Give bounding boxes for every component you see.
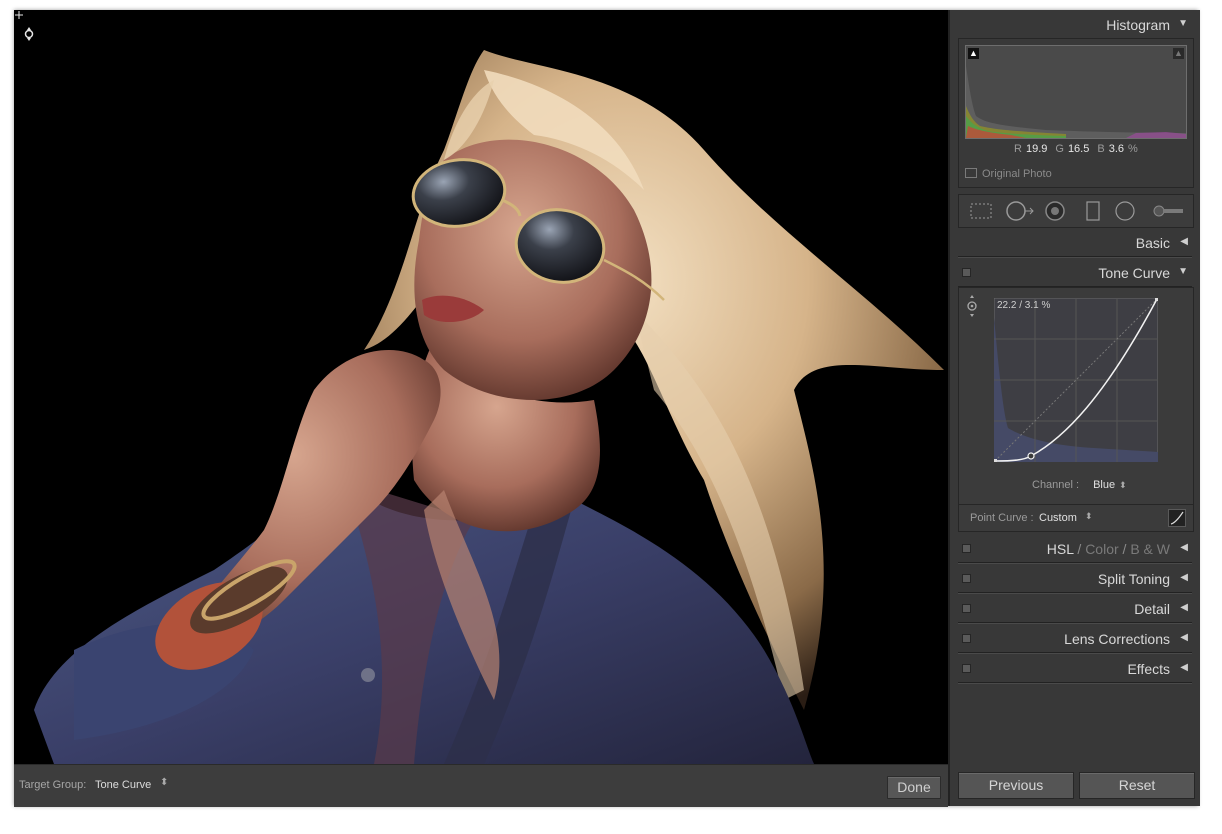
histogram-plot (966, 66, 1186, 138)
original-photo-checkbox[interactable] (965, 168, 977, 178)
tone-curve-panel-switch[interactable] (962, 268, 971, 277)
expand-triangle-icon[interactable]: ◀ (1180, 236, 1188, 247)
channel-dropdown-icon[interactable]: ⬍ (1119, 480, 1127, 490)
lightroom-develop-window: Target Group: Tone Curve ⬍ Done Histogra… (14, 10, 1200, 807)
histogram-graph[interactable]: ▲ ▲ (965, 45, 1187, 139)
rgb-readout: R 19.9 G 16.5 B 3.6% (1014, 143, 1138, 155)
original-photo-label: Original Photo (982, 168, 1052, 180)
tone-curve-header[interactable]: Tone Curve ▼ (958, 260, 1192, 287)
channel-selector[interactable]: Channel : Blue ⬍ (1032, 479, 1127, 491)
b-value: 3.6 (1108, 143, 1124, 155)
point-curve-edit-icon[interactable] (1168, 509, 1186, 527)
curve-point-black[interactable] (993, 459, 997, 463)
point-curve-dropdown-icon[interactable]: ⬍ (1085, 511, 1093, 522)
collapse-triangle-icon[interactable]: ▼ (1178, 266, 1188, 277)
hsl-panel-header[interactable]: HSL / Color / B & W ◀ (958, 536, 1192, 563)
detail-title: Detail (1134, 601, 1170, 617)
bottom-toolbar: Target Group: Tone Curve ⬍ Done (14, 764, 948, 807)
targeted-adjustment-icon[interactable] (965, 294, 979, 318)
develop-right-panel: Histogram ▼ ▲ ▲ R 19.9 G 16.5 B 3.6% Original… (948, 10, 1200, 806)
tab-hsl[interactable]: HSL (1047, 541, 1074, 557)
target-group-label: Target Group: (19, 779, 87, 791)
radial-filter-icon[interactable] (1113, 201, 1137, 221)
g-value: 16.5 (1067, 143, 1090, 155)
split-toning-header[interactable]: Split Toning ◀ (958, 566, 1192, 593)
portrait-photo (34, 50, 944, 764)
channel-label: Channel : (1032, 479, 1080, 491)
original-photo-toggle[interactable]: Original Photo (965, 168, 1052, 180)
tone-curve-panel: 22.2 / 3.1 % Channel : Blue ⬍ (958, 287, 1194, 505)
previous-button[interactable]: Previous (958, 772, 1074, 799)
point-curve-row: Point Curve : Custom ⬍ (958, 504, 1194, 532)
tab-separator: / (1077, 541, 1082, 557)
collapse-triangle-icon[interactable]: ▼ (1178, 18, 1188, 29)
expand-triangle-icon[interactable]: ◀ (1180, 542, 1188, 553)
curve-plot (993, 297, 1159, 463)
done-button[interactable]: Done (887, 776, 941, 799)
detail-header[interactable]: Detail ◀ (958, 596, 1192, 623)
r-label: R (1014, 143, 1022, 155)
highlight-clipping-icon[interactable]: ▲ (1173, 48, 1184, 59)
lens-corrections-title: Lens Corrections (1064, 631, 1170, 647)
expand-triangle-icon[interactable]: ◀ (1180, 602, 1188, 613)
expand-triangle-icon[interactable]: ◀ (1180, 632, 1188, 643)
percent-sign: % (1128, 143, 1138, 155)
g-label: G (1055, 143, 1064, 155)
basic-title: Basic (1135, 235, 1170, 251)
target-group-dropdown-icon[interactable]: ⬍ (160, 777, 168, 788)
spot-removal-icon[interactable] (1005, 201, 1037, 221)
curve-point-selected[interactable] (1027, 452, 1035, 460)
adjustment-brush-icon[interactable] (1151, 201, 1185, 221)
curve-point-white[interactable] (1155, 297, 1159, 301)
target-group-value[interactable]: Tone Curve (95, 779, 151, 791)
histogram-panel: ▲ ▲ R 19.9 G 16.5 B 3.6% Original Photo (958, 38, 1194, 188)
graduated-filter-icon[interactable] (1085, 201, 1101, 221)
detail-switch[interactable] (962, 604, 971, 613)
expand-triangle-icon[interactable]: ◀ (1180, 662, 1188, 673)
hsl-panel-switch[interactable] (962, 544, 971, 553)
tab-bw[interactable]: B & W (1130, 541, 1170, 557)
targeted-adjustment-cursor-icon (15, 11, 34, 41)
hsl-tabs: HSL / Color / B & W (1047, 541, 1170, 557)
effects-switch[interactable] (962, 664, 971, 673)
split-toning-switch[interactable] (962, 574, 971, 583)
tab-color[interactable]: Color (1085, 541, 1118, 557)
reset-button[interactable]: Reset (1079, 772, 1195, 799)
photo-preview[interactable] (14, 10, 948, 764)
lens-corrections-header[interactable]: Lens Corrections ◀ (958, 626, 1192, 653)
red-eye-icon[interactable] (1043, 201, 1067, 221)
channel-value[interactable]: Blue (1093, 479, 1115, 491)
tool-strip (958, 194, 1194, 228)
crop-overlay-icon[interactable] (969, 201, 993, 221)
curve-readout: 22.2 / 3.1 % (997, 300, 1051, 311)
expand-triangle-icon[interactable]: ◀ (1180, 572, 1188, 583)
histogram-title: Histogram (1106, 17, 1170, 33)
tab-separator: / (1122, 541, 1127, 557)
split-toning-title: Split Toning (1097, 571, 1170, 587)
r-value: 19.9 (1025, 143, 1048, 155)
shadow-clipping-icon[interactable]: ▲ (968, 48, 979, 59)
effects-header[interactable]: Effects ◀ (958, 656, 1192, 683)
tone-curve-graph[interactable] (993, 297, 1159, 463)
lens-corrections-switch[interactable] (962, 634, 971, 643)
point-curve-value[interactable]: Custom (1039, 512, 1077, 524)
histogram-header[interactable]: Histogram ▼ (958, 12, 1192, 38)
b-label: B (1097, 143, 1105, 155)
point-curve-label: Point Curve : (970, 512, 1034, 524)
tone-curve-title: Tone Curve (1098, 265, 1170, 281)
basic-panel-header[interactable]: Basic ◀ (958, 230, 1192, 257)
effects-title: Effects (1127, 661, 1170, 677)
